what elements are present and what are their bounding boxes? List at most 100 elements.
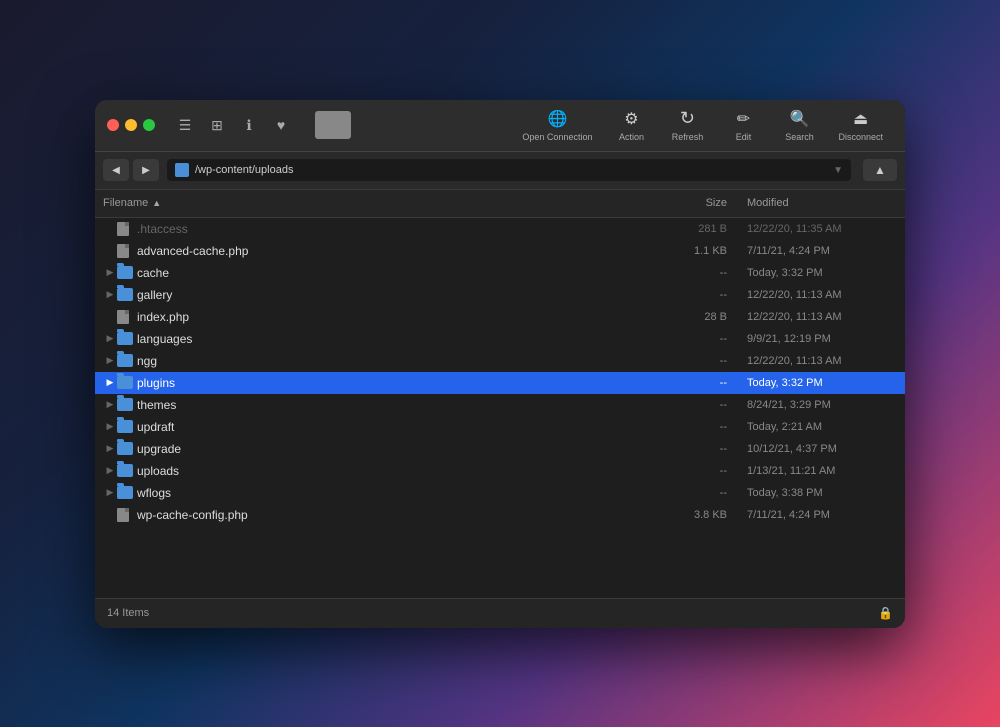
folder-icon bbox=[117, 354, 133, 367]
file-size: -- bbox=[667, 443, 747, 455]
table-row[interactable]: .htaccess281 B12/22/20, 11:35 AM bbox=[95, 218, 905, 240]
column-headers: Filename ▲ Size Modified bbox=[95, 190, 905, 218]
file-name: updraft bbox=[137, 420, 667, 434]
table-row[interactable]: ▶ updraft--Today, 2:21 AM bbox=[95, 416, 905, 438]
close-button[interactable] bbox=[107, 119, 119, 131]
path-bar[interactable]: /wp-content/uploads ▼ bbox=[167, 159, 851, 181]
path-dropdown-icon[interactable]: ▼ bbox=[833, 165, 843, 176]
row-expander[interactable]: ▶ bbox=[103, 465, 117, 476]
minimize-button[interactable] bbox=[125, 119, 137, 131]
table-row[interactable]: wp-cache-config.php3.8 KB7/11/21, 4:24 P… bbox=[95, 504, 905, 526]
document-icon bbox=[117, 244, 129, 258]
bookmark-icon[interactable]: ♥ bbox=[267, 111, 295, 139]
file-size: -- bbox=[667, 421, 747, 433]
file-size: -- bbox=[667, 333, 747, 345]
table-row[interactable]: ▶languages--9/9/21, 12:19 PM bbox=[95, 328, 905, 350]
file-modified: 12/22/20, 11:13 AM bbox=[747, 311, 897, 323]
table-row[interactable]: ▶cache--Today, 3:32 PM bbox=[95, 262, 905, 284]
table-row[interactable]: index.php28 B12/22/20, 11:13 AM bbox=[95, 306, 905, 328]
file-modified: 12/22/20, 11:35 AM bbox=[747, 223, 897, 235]
search-button[interactable]: 🔍 Search bbox=[772, 105, 826, 146]
folder-icon bbox=[117, 332, 133, 345]
lock-icon: 🔒 bbox=[878, 606, 893, 620]
table-row[interactable]: ▶uploads--1/13/21, 11:21 AM bbox=[95, 460, 905, 482]
list-view-icon[interactable]: ☰ bbox=[171, 111, 199, 139]
preview-thumbnail bbox=[315, 111, 351, 139]
table-row[interactable]: ▶ngg--12/22/20, 11:13 AM bbox=[95, 350, 905, 372]
table-row[interactable]: advanced-cache.php1.1 KB7/11/21, 4:24 PM bbox=[95, 240, 905, 262]
sort-indicator: ▲ bbox=[152, 198, 161, 208]
folder-icon bbox=[117, 464, 133, 477]
file-modified: Today, 3:32 PM bbox=[747, 377, 897, 389]
folder-icon bbox=[117, 398, 133, 411]
navbar: ◀ ▶ /wp-content/uploads ▼ ▲ bbox=[95, 152, 905, 190]
info-icon[interactable]: ℹ bbox=[235, 111, 263, 139]
forward-button[interactable]: ▶ bbox=[133, 159, 159, 181]
file-size: -- bbox=[667, 267, 747, 279]
row-expander[interactable]: ▶ bbox=[103, 355, 117, 366]
row-expander[interactable]: ▶ bbox=[103, 443, 117, 454]
file-name: uploads bbox=[137, 464, 667, 478]
filename-column-header[interactable]: Filename ▲ bbox=[103, 197, 667, 209]
folder-icon bbox=[117, 288, 133, 301]
path-folder-icon bbox=[175, 163, 189, 177]
row-expander[interactable]: ▶ bbox=[103, 421, 117, 432]
file-name: wflogs bbox=[137, 486, 667, 500]
file-name: index.php bbox=[137, 310, 667, 324]
row-expander[interactable]: ▶ bbox=[103, 267, 117, 278]
table-row[interactable]: ▶ plugins--Today, 3:32 PM bbox=[95, 372, 905, 394]
table-row[interactable]: ▶gallery--12/22/20, 11:13 AM bbox=[95, 284, 905, 306]
file-size: 28 B bbox=[667, 311, 747, 323]
toolbar-actions: 🌐 Open Connection ⚙ Action ↻ Refresh ✏ E… bbox=[512, 104, 893, 146]
table-row[interactable]: ▶ upgrade--10/12/21, 4:37 PM bbox=[95, 438, 905, 460]
row-expander[interactable]: ▶ bbox=[103, 487, 117, 498]
file-name: upgrade bbox=[137, 442, 667, 456]
edit-button[interactable]: ✏ Edit bbox=[716, 105, 770, 146]
refresh-icon: ↻ bbox=[680, 108, 695, 129]
document-icon bbox=[117, 310, 129, 324]
file-name: .htaccess bbox=[137, 222, 667, 236]
ftp-window: ☰ ⊞ ℹ ♥ 🌐 Open Connection ⚙ Action ↻ Ref… bbox=[95, 100, 905, 628]
file-list: .htaccess281 B12/22/20, 11:35 AMadvanced… bbox=[95, 218, 905, 598]
file-size: 1.1 KB bbox=[667, 245, 747, 257]
file-name: plugins bbox=[137, 376, 667, 390]
toolbar-icons: ☰ ⊞ ℹ ♥ bbox=[171, 111, 295, 139]
file-size: -- bbox=[667, 399, 747, 411]
file-size: -- bbox=[667, 465, 747, 477]
refresh-button[interactable]: ↻ Refresh bbox=[660, 104, 714, 146]
maximize-button[interactable] bbox=[143, 119, 155, 131]
open-connection-button[interactable]: 🌐 Open Connection bbox=[512, 105, 602, 146]
file-size: -- bbox=[667, 377, 747, 389]
edit-label: Edit bbox=[736, 132, 752, 142]
file-size: 281 B bbox=[667, 223, 747, 235]
table-row[interactable]: ▶ wflogs--Today, 3:38 PM bbox=[95, 482, 905, 504]
open-connection-label: Open Connection bbox=[522, 132, 592, 142]
action-label: Action bbox=[619, 132, 644, 142]
path-text: /wp-content/uploads bbox=[195, 164, 833, 176]
row-expander[interactable]: ▶ bbox=[103, 399, 117, 410]
file-modified: Today, 2:21 AM bbox=[747, 421, 897, 433]
file-size: -- bbox=[667, 487, 747, 499]
action-icon: ⚙ bbox=[624, 109, 638, 129]
file-name: cache bbox=[137, 266, 667, 280]
file-modified: 9/9/21, 12:19 PM bbox=[747, 333, 897, 345]
row-expander[interactable]: ▶ bbox=[103, 333, 117, 344]
file-name: advanced-cache.php bbox=[137, 244, 667, 258]
file-size: -- bbox=[667, 289, 747, 301]
file-name: gallery bbox=[137, 288, 667, 302]
back-button[interactable]: ◀ bbox=[103, 159, 129, 181]
action-button[interactable]: ⚙ Action bbox=[604, 105, 658, 146]
file-modified: Today, 3:38 PM bbox=[747, 487, 897, 499]
modified-column-header[interactable]: Modified bbox=[747, 197, 897, 209]
column-view-icon[interactable]: ⊞ bbox=[203, 111, 231, 139]
file-name: themes bbox=[137, 398, 667, 412]
up-button[interactable]: ▲ bbox=[863, 159, 897, 181]
row-expander[interactable]: ▶ bbox=[103, 377, 117, 388]
file-size: -- bbox=[667, 355, 747, 367]
table-row[interactable]: ▶ themes--8/24/21, 3:29 PM bbox=[95, 394, 905, 416]
file-modified: 10/12/21, 4:37 PM bbox=[747, 443, 897, 455]
size-column-header[interactable]: Size bbox=[667, 197, 747, 209]
row-expander[interactable]: ▶ bbox=[103, 289, 117, 300]
file-modified: 8/24/21, 3:29 PM bbox=[747, 399, 897, 411]
disconnect-button[interactable]: ⏏ Disconnect bbox=[828, 105, 893, 146]
